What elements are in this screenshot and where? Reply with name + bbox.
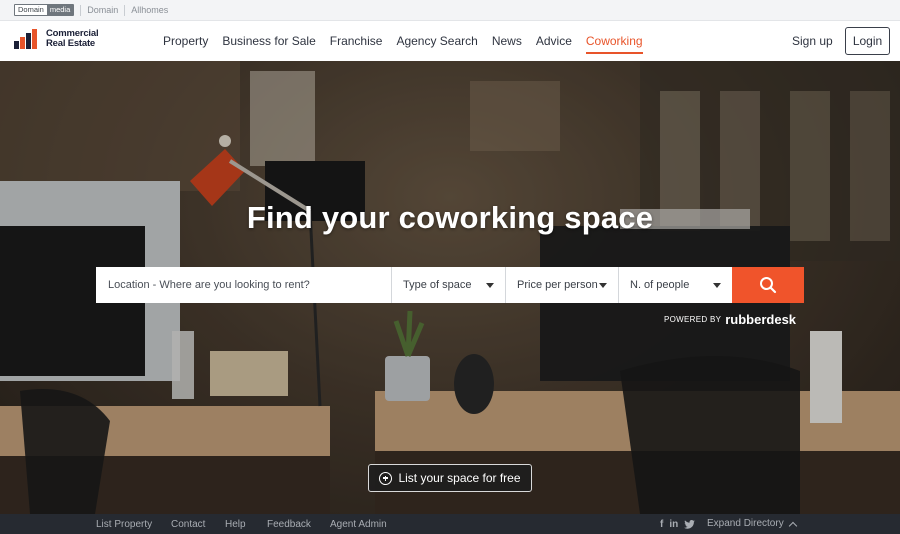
- domain-media-logo[interactable]: Domain media: [14, 4, 75, 16]
- twitter-icon[interactable]: [684, 520, 696, 529]
- location-input[interactable]: Location - Where are you looking to rent…: [96, 267, 392, 303]
- footer-list-property[interactable]: List Property: [96, 514, 152, 534]
- domain-media-logo-left: Domain: [15, 5, 47, 15]
- divider: [124, 4, 126, 16]
- footer-agent-admin[interactable]: Agent Admin: [330, 514, 387, 534]
- num-people-select[interactable]: N. of people: [619, 267, 732, 303]
- list-space-label: List your space for free: [398, 471, 521, 485]
- expand-directory-label: Expand Directory: [707, 518, 784, 529]
- network-link-domain[interactable]: Domain: [87, 5, 118, 15]
- network-bar: Domain media Domain Allhomes: [0, 0, 900, 21]
- search-button[interactable]: [732, 267, 804, 303]
- brand-name-line2: Real Estate: [46, 38, 96, 49]
- nav-business-for-sale[interactable]: Business for Sale: [222, 21, 315, 61]
- facebook-icon[interactable]: f: [660, 519, 663, 530]
- signup-link[interactable]: Sign up: [792, 21, 833, 61]
- network-link-allhomes[interactable]: Allhomes: [131, 5, 168, 15]
- hero-banner: Find your coworking space Location - Whe…: [0, 61, 900, 514]
- domain-media-logo-right: media: [46, 5, 74, 15]
- divider: [80, 4, 82, 16]
- powered-by-label: POWERED BY: [664, 315, 722, 324]
- price-per-person-select[interactable]: Price per person: [506, 267, 619, 303]
- caret-down-icon: [713, 282, 721, 288]
- social-links: f in: [660, 519, 696, 530]
- footer-feedback[interactable]: Feedback: [267, 514, 311, 534]
- price-per-person-label: Price per person: [517, 279, 598, 291]
- nav-news[interactable]: News: [492, 21, 522, 61]
- nav-property[interactable]: Property: [163, 21, 208, 61]
- main-nav: Property Business for Sale Franchise Age…: [163, 21, 657, 61]
- type-of-space-select[interactable]: Type of space: [392, 267, 506, 303]
- rubberdesk-logo: rubberdesk: [725, 312, 797, 327]
- caret-down-icon: [486, 282, 494, 288]
- brand-logo[interactable]: Commercial Real Estate: [14, 29, 99, 49]
- search-icon: [760, 277, 777, 294]
- plus-circle-icon: [379, 471, 393, 485]
- linkedin-icon[interactable]: in: [669, 519, 678, 530]
- footer-help[interactable]: Help: [225, 514, 246, 534]
- type-of-space-label: Type of space: [403, 279, 472, 291]
- footer-contact[interactable]: Contact: [171, 514, 205, 534]
- nav-advice[interactable]: Advice: [536, 21, 572, 61]
- num-people-label: N. of people: [630, 279, 690, 291]
- nav-coworking[interactable]: Coworking: [585, 21, 643, 61]
- nav-franchise[interactable]: Franchise: [330, 21, 383, 61]
- nav-agency-search[interactable]: Agency Search: [396, 21, 477, 61]
- caret-down-icon: [599, 282, 607, 288]
- hero-title: Find your coworking space: [246, 200, 654, 235]
- login-button[interactable]: Login: [845, 27, 890, 55]
- powered-by-rubberdesk[interactable]: POWERED BY rubberdesk: [664, 312, 796, 327]
- expand-directory-toggle[interactable]: Expand Directory: [707, 514, 797, 534]
- coworking-search-bar: Location - Where are you looking to rent…: [96, 267, 804, 303]
- chevron-up-icon: [788, 521, 797, 531]
- site-header: Commercial Real Estate Property Business…: [0, 21, 900, 61]
- list-space-button[interactable]: List your space for free: [368, 464, 532, 492]
- site-footer: List Property Contact Help Feedback Agen…: [0, 514, 900, 534]
- brand-bars-icon: [14, 29, 42, 49]
